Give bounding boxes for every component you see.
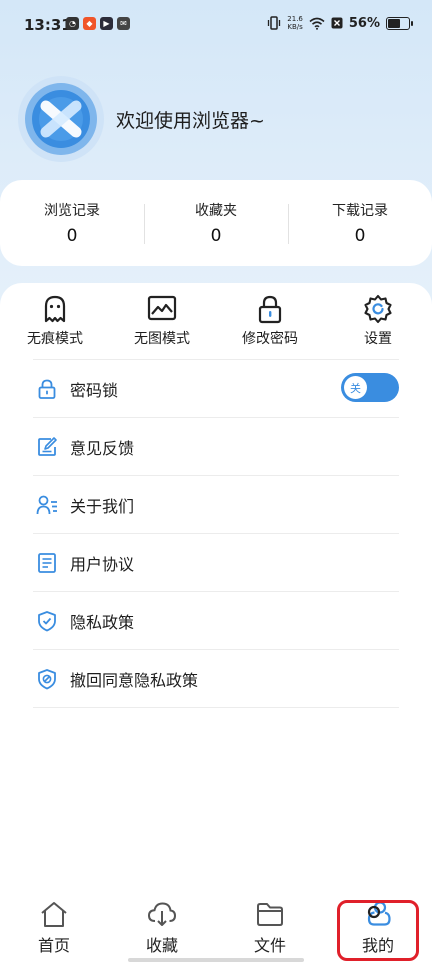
nav-favorites[interactable]: 收藏: [122, 900, 202, 956]
shortcut-no-image[interactable]: 无图模式: [107, 294, 217, 348]
stat-bookmarks[interactable]: 收藏夹 0: [144, 200, 288, 246]
nav-label: 收藏: [145, 936, 178, 955]
user-list-icon: [36, 495, 57, 514]
menu-item-feedback[interactable]: 意见反馈: [33, 417, 399, 475]
app-notification-icon: ▶: [100, 17, 113, 30]
folder-icon: [257, 903, 283, 926]
net-speed: 21.6 KB/s: [287, 15, 303, 31]
stat-label: 下载记录: [332, 203, 388, 219]
cloud-download-icon: [147, 902, 177, 926]
menu-item-label: 意见反馈: [70, 438, 135, 458]
app-notification-icon: ✉: [117, 17, 130, 30]
status-time: 13:31: [24, 16, 72, 34]
shortcut-change-password[interactable]: 修改密码: [215, 294, 325, 348]
active-tab-highlight: [337, 900, 419, 961]
stat-value: 0: [210, 226, 222, 246]
sim-off-icon: [331, 17, 343, 29]
nav-label: 文件: [253, 936, 286, 955]
lock-icon: [38, 379, 56, 399]
browser-logo-icon: [39, 97, 83, 141]
menu-item-label: 关于我们: [70, 496, 135, 516]
home-icon: [41, 902, 67, 927]
app-notification-icon: ◔: [66, 17, 79, 30]
shortcut-incognito[interactable]: 无痕模式: [0, 294, 110, 348]
shortcut-label: 无图模式: [134, 331, 190, 347]
menu-item-privacy-policy[interactable]: 隐私政策: [33, 591, 399, 649]
menu-item-user-agreement[interactable]: 用户协议: [33, 533, 399, 591]
vibrate-icon: [268, 16, 281, 30]
menu-item-label: 用户协议: [70, 554, 135, 574]
stat-value: 0: [66, 226, 78, 246]
status-right: 21.6 KB/s 56%: [267, 15, 413, 31]
nav-files[interactable]: 文件: [230, 900, 310, 956]
menu-item-label: 撤回同意隐私政策: [70, 670, 199, 690]
shortcut-row: 无痕模式 无图模式 修改密码 设置: [0, 294, 432, 358]
stat-downloads[interactable]: 下载记录 0: [288, 200, 432, 246]
ghost-icon: [44, 295, 66, 323]
status-bar: 13:31 ◔ ◆ ▶ ✉ 21.6 KB/s 56%: [0, 0, 432, 52]
wifi-icon: [309, 17, 325, 30]
document-icon: [38, 552, 56, 573]
battery-percent: 56%: [348, 15, 380, 31]
shield-block-icon: [38, 668, 56, 689]
shortcut-settings[interactable]: 设置: [323, 294, 432, 348]
stat-label: 浏览记录: [44, 203, 100, 219]
settings-menu: 密码锁 关 意见反馈 关于我们 用户协议 隐私政策 撤回同意隐私政策: [33, 359, 399, 708]
app-notification-icon: ◆: [83, 17, 96, 30]
stat-history[interactable]: 浏览记录 0: [0, 200, 144, 246]
edit-icon: [38, 436, 57, 456]
shortcut-label: 设置: [364, 331, 392, 347]
net-speed-value: 21.6: [287, 15, 303, 23]
image-icon: [147, 295, 177, 321]
password-lock-toggle[interactable]: 关: [341, 373, 399, 402]
shield-check-icon: [38, 610, 56, 631]
home-indicator[interactable]: [128, 958, 304, 962]
shortcut-label: 无痕模式: [27, 331, 83, 347]
lock-icon: [258, 295, 282, 324]
menu-item-about[interactable]: 关于我们: [33, 475, 399, 533]
welcome-text: 欢迎使用浏览器~: [116, 109, 265, 132]
stat-label: 收藏夹: [195, 203, 237, 219]
menu-item-label: 隐私政策: [70, 612, 135, 632]
nav-label: 首页: [37, 936, 70, 955]
stat-value: 0: [354, 226, 366, 246]
nav-home[interactable]: 首页: [14, 900, 94, 956]
avatar[interactable]: [18, 76, 104, 162]
menu-item-revoke-privacy[interactable]: 撤回同意隐私政策: [33, 649, 399, 708]
battery-icon: [386, 16, 413, 30]
shortcut-label: 修改密码: [242, 331, 298, 347]
menu-item-password-lock[interactable]: 密码锁 关: [33, 359, 399, 417]
gear-icon: [364, 294, 392, 324]
profile-header[interactable]: 欢迎使用浏览器~: [18, 76, 265, 162]
toggle-knob: 关: [344, 376, 367, 399]
settings-card: 无痕模式 无图模式 修改密码 设置 密码锁 关 意见反馈 关于我们 用户协议 隐…: [0, 283, 432, 964]
menu-item-label: 密码锁: [70, 380, 119, 400]
notification-icons: ◔ ◆ ▶ ✉: [66, 17, 130, 30]
stats-card: 浏览记录 0 收藏夹 0 下载记录 0: [0, 180, 432, 266]
net-speed-unit: KB/s: [287, 23, 303, 31]
